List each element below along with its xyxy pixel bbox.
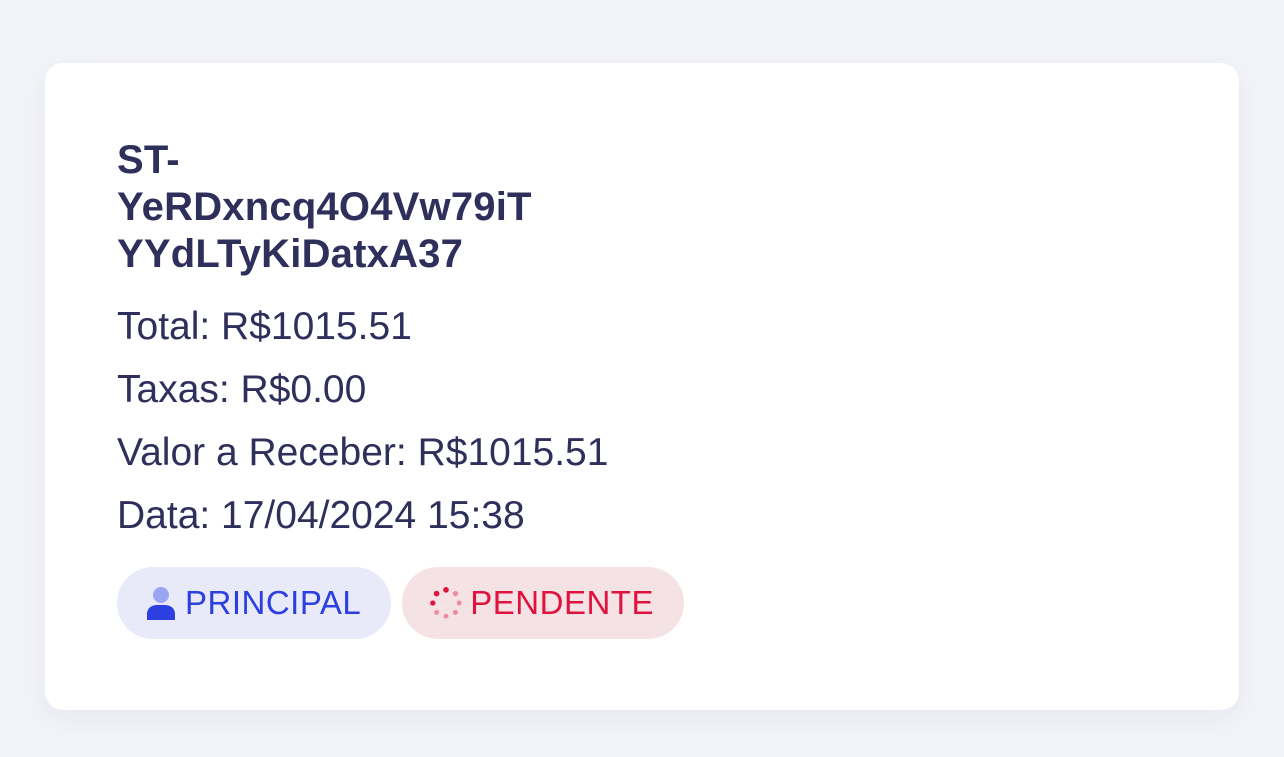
transaction-id: ST- YeRDxncq4O4Vw79iT YYdLTyKiDatxA37 [117,137,617,278]
badge-group: PRINCIPAL PENDENTE [117,567,684,639]
transaction-id-line: ST- [117,138,180,182]
status-badge-label: PENDENTE [470,584,654,621]
net-value: Valor a Receber: R$1015.51 [117,431,609,474]
transaction-id-line: YYdLTyKiDatxA37 [117,232,464,276]
total-value: Total: R$1015.51 [117,305,412,348]
spinner-icon [430,586,462,620]
transaction-id-line: YeRDxncq4O4Vw79iT [117,185,532,229]
date-value: Data: 17/04/2024 15:38 [117,494,525,537]
status-badge: PENDENTE [402,567,684,639]
account-badge: PRINCIPAL [117,567,392,639]
transaction-card: ST- YeRDxncq4O4Vw79iT YYdLTyKiDatxA37 To… [45,63,1239,710]
user-icon [145,586,177,620]
fees-value: Taxas: R$0.00 [117,368,367,411]
account-badge-label: PRINCIPAL [185,584,362,621]
transaction-details: Total: R$1015.51 Taxas: R$0.00 Valor a R… [117,295,608,547]
